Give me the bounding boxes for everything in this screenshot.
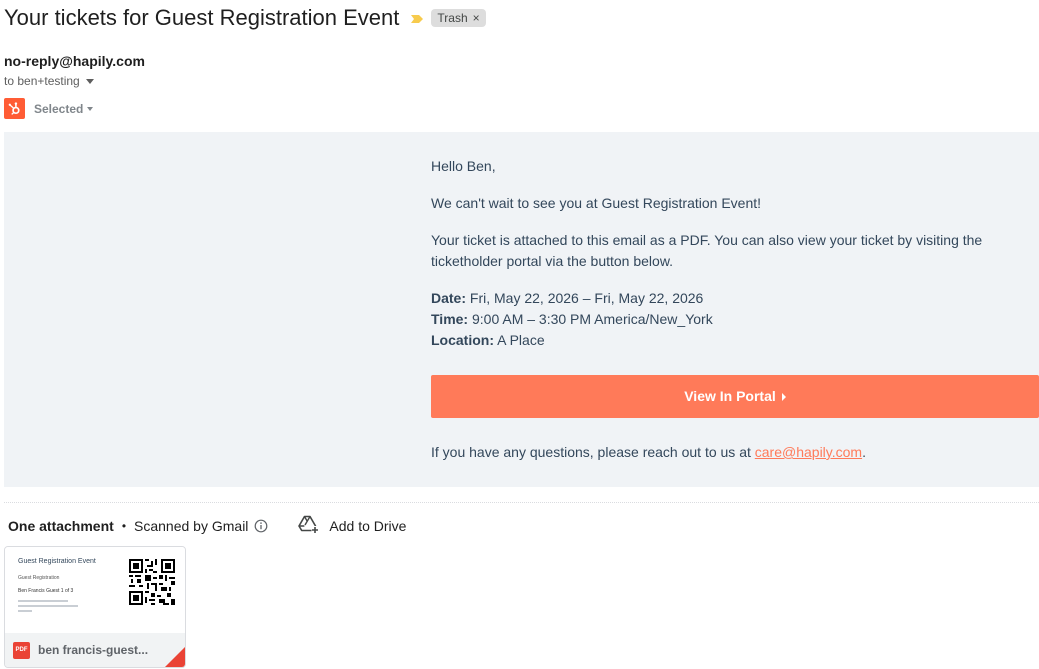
location-row: Location: A Place	[431, 330, 713, 351]
date-label: Date:	[431, 290, 467, 306]
separator-dot: •	[121, 519, 127, 533]
questions-prefix: If you have any questions, please reach …	[431, 444, 755, 460]
date-value: Fri, May 22, 2026 – Fri, May 22, 2026	[469, 290, 704, 306]
addon-row: Selected	[4, 98, 94, 119]
label-chip-trash[interactable]: Trash ×	[431, 9, 486, 27]
questions-suffix: .	[862, 444, 866, 460]
view-in-portal-button[interactable]: View In Portal	[431, 375, 1039, 418]
greeting-text: Hello Ben,	[431, 158, 496, 174]
close-icon[interactable]: ×	[473, 11, 480, 25]
attachments-header: One attachment • Scanned by Gmail Add to…	[8, 515, 406, 537]
preview-subtitle: Guest Registration	[18, 575, 60, 581]
attachment-card[interactable]: Guest Registration Event Guest Registrat…	[4, 546, 186, 668]
attachment-file-bar[interactable]: PDF ben francis-guest...	[5, 633, 185, 667]
portal-button-label: View In Portal	[684, 388, 776, 404]
hubspot-logo-icon[interactable]	[4, 98, 25, 119]
date-row: Date: Fri, May 22, 2026 – Fri, May 22, 2…	[431, 288, 713, 309]
time-label: Time:	[431, 311, 469, 327]
location-value: A Place	[497, 332, 545, 348]
subject-row: Your tickets for Guest Registration Even…	[4, 4, 486, 32]
time-value: 9:00 AM – 3:30 PM America/New_York	[471, 311, 713, 327]
divider	[4, 502, 1039, 503]
email-body: Hello Ben, We can't wait to see you at G…	[4, 132, 1039, 487]
recipient-details-toggle[interactable]: to ben+testing	[4, 74, 94, 88]
chevron-down-icon	[87, 106, 94, 111]
sender-email: no-reply@hapily.com	[4, 53, 145, 69]
importance-marker-icon[interactable]	[411, 12, 424, 24]
chevron-right-icon	[781, 392, 786, 401]
intro-text: We can't wait to see you at Guest Regist…	[431, 195, 762, 211]
recipient-label: to ben+testing	[4, 74, 80, 88]
attachment-preview[interactable]: Guest Registration Event Guest Registrat…	[5, 547, 185, 633]
questions-text: If you have any questions, please reach …	[431, 442, 866, 463]
time-row: Time: 9:00 AM – 3:30 PM America/New_York	[431, 309, 713, 330]
pdf-icon: PDF	[13, 641, 30, 659]
chevron-down-icon	[85, 78, 94, 84]
label-chip-text: Trash	[437, 11, 468, 25]
file-corner-fold	[165, 647, 185, 667]
scan-status: Scanned by Gmail	[134, 518, 249, 534]
preview-guest-name: Ben Francis Guest 1 of 3	[18, 588, 74, 594]
event-details: Date: Fri, May 22, 2026 – Fri, May 22, 2…	[431, 288, 713, 351]
preview-line	[18, 605, 78, 607]
add-to-drive-icon	[298, 515, 319, 537]
qr-code-icon	[129, 559, 175, 605]
add-to-drive-button[interactable]: Add to Drive	[298, 515, 406, 537]
attachment-file-name: ben francis-guest...	[38, 643, 149, 657]
email-subject: Your tickets for Guest Registration Even…	[4, 5, 400, 30]
info-icon[interactable]	[254, 519, 268, 533]
hubspot-selected-dropdown[interactable]: Selected	[34, 101, 94, 116]
selected-label: Selected	[34, 101, 84, 116]
location-label: Location:	[431, 332, 494, 348]
preview-line	[18, 610, 32, 612]
preview-line	[18, 600, 68, 602]
contact-email-link[interactable]: care@hapily.com	[755, 444, 862, 460]
attachment-count: One attachment	[8, 518, 114, 534]
add-to-drive-label: Add to Drive	[329, 518, 407, 534]
preview-title: Guest Registration Event	[18, 558, 96, 565]
ticket-info-text: Your ticket is attached to this email as…	[431, 232, 983, 269]
